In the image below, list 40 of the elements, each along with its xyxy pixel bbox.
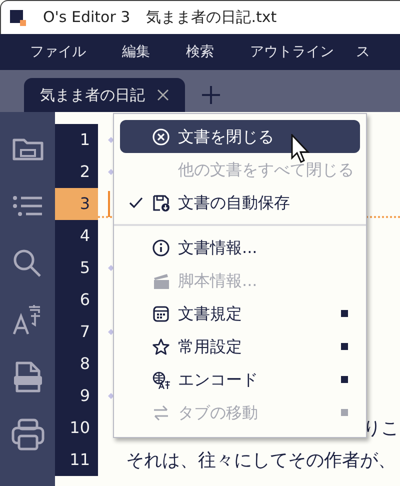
line-number: 3 xyxy=(55,188,98,220)
printer-icon[interactable] xyxy=(10,417,46,453)
close-circle-icon xyxy=(152,128,170,146)
menu-item[interactable]: 検索 xyxy=(186,42,214,62)
menu-item[interactable]: 文書の自動保存 xyxy=(120,186,360,219)
menu-item[interactable]: エンコード xyxy=(120,363,360,396)
menu-item[interactable]: 常用設定 xyxy=(120,330,360,363)
line-number: 10 xyxy=(55,412,98,444)
line-number: 4 xyxy=(55,220,98,252)
file-title: 気まま者の日記.txt xyxy=(146,7,277,28)
menu-item[interactable]: 文書規定 xyxy=(120,297,360,330)
close-icon xyxy=(157,89,169,101)
menu-item[interactable]: 文書を閉じる xyxy=(120,120,360,153)
app-logo-icon xyxy=(9,8,27,26)
info-icon xyxy=(152,238,170,256)
swap-arrows-icon xyxy=(152,404,170,422)
app-title: O's Editor 3 xyxy=(43,7,130,28)
line-number: 1 xyxy=(55,124,98,156)
line-number: 11 xyxy=(55,444,98,476)
line-number: 6 xyxy=(55,284,98,316)
clapperboard-icon xyxy=(152,272,170,290)
line-number: 2 xyxy=(55,156,98,188)
star-icon xyxy=(152,338,170,356)
menu-item[interactable]: 文書情報... xyxy=(120,231,360,264)
mouse-pointer-icon xyxy=(290,134,312,164)
line-number: 9 xyxy=(55,380,98,412)
tab[interactable]: 気まま者の日記 xyxy=(24,78,185,112)
menu-item[interactable]: 編集 xyxy=(122,42,150,62)
line-number: 7 xyxy=(55,316,98,348)
menu-item[interactable]: アウトライン xyxy=(250,42,334,62)
text-line: それは、往々にしてその作者が、 xyxy=(125,448,396,472)
calendar-icon xyxy=(152,304,170,322)
plus-icon xyxy=(201,85,221,105)
text-line: りこ xyxy=(363,416,399,440)
floppy-disk-icon xyxy=(152,194,170,212)
menu-item[interactable]: ス xyxy=(356,42,370,62)
line-number: 5 xyxy=(55,252,98,284)
menu-item[interactable]: ファイル xyxy=(30,42,86,62)
line-number: 8 xyxy=(55,348,98,380)
globe-language-icon xyxy=(152,370,170,388)
